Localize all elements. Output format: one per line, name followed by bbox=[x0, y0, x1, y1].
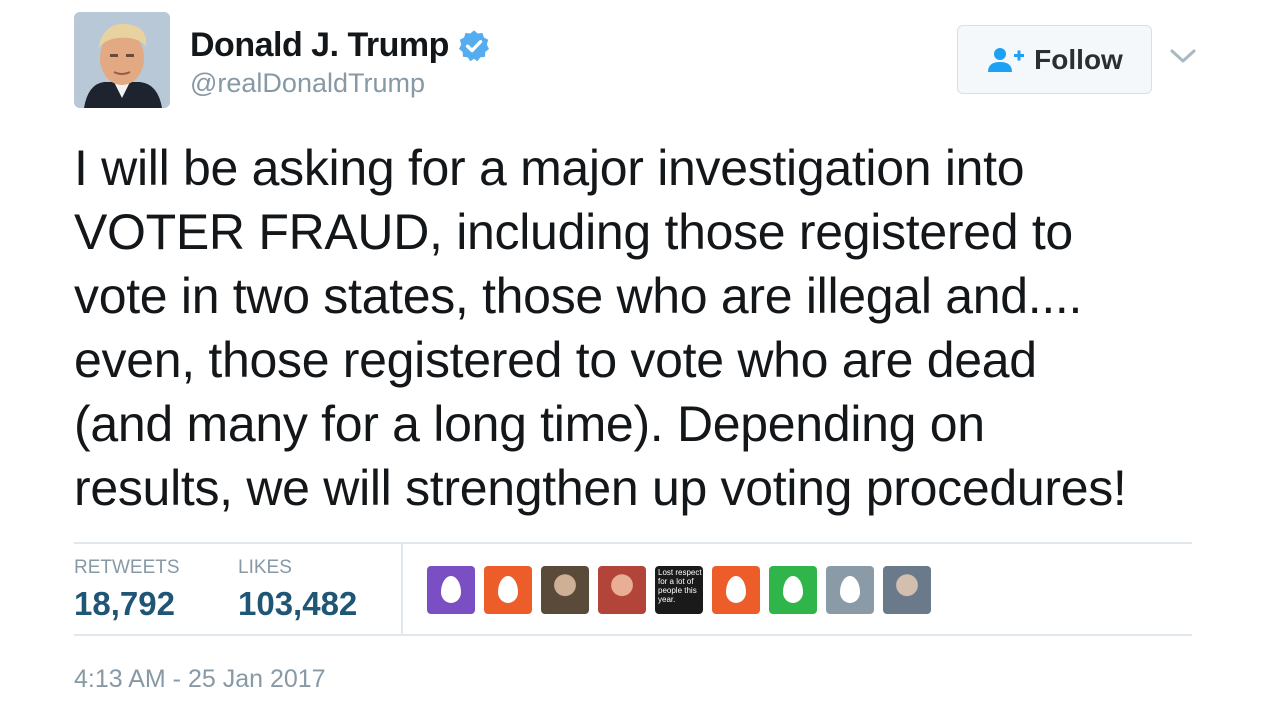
liker-avatar[interactable] bbox=[598, 566, 646, 614]
likes-label: LIKES bbox=[238, 557, 292, 578]
tweet-timestamp[interactable]: 4:13 AM - 25 Jan 2017 bbox=[74, 665, 326, 694]
liker-egg-avatar[interactable] bbox=[484, 566, 532, 614]
liker-egg-avatar[interactable] bbox=[427, 566, 475, 614]
liker-egg-avatar[interactable] bbox=[769, 566, 817, 614]
retweets-label: RETWEETS bbox=[74, 557, 180, 578]
follow-button[interactable]: Follow bbox=[957, 25, 1152, 94]
user-name-row: Donald J. Trump bbox=[190, 26, 491, 65]
liker-egg-avatar[interactable] bbox=[712, 566, 760, 614]
retweets-stat[interactable]: RETWEETS 18,792 bbox=[74, 557, 180, 623]
tweet-line: results, we will strengthen up voting pr… bbox=[74, 460, 1127, 516]
stats-top-divider bbox=[74, 542, 1192, 544]
stats-bottom-divider bbox=[74, 634, 1192, 636]
add-user-icon bbox=[988, 47, 1025, 72]
retweets-count: 18,792 bbox=[74, 585, 175, 622]
egg-icon bbox=[726, 576, 746, 603]
avatar-portrait bbox=[74, 12, 170, 108]
verified-badge-icon bbox=[458, 29, 489, 61]
tweet-text: I will be asking for a major investigati… bbox=[74, 136, 1224, 520]
tweet-line: vote in two states, those who are illega… bbox=[74, 268, 1083, 324]
liker-avatar-text: Lost respect for a lot of people this ye… bbox=[658, 568, 702, 604]
user-handle[interactable]: @realDonaldTrump bbox=[190, 68, 425, 99]
likes-stat[interactable]: LIKES 103,482 bbox=[238, 557, 357, 623]
egg-icon bbox=[498, 576, 518, 603]
follow-label: Follow bbox=[1034, 43, 1123, 75]
user-name[interactable]: Donald J. Trump bbox=[190, 26, 449, 65]
egg-icon bbox=[840, 576, 860, 603]
liker-avatar[interactable] bbox=[541, 566, 589, 614]
tweet-line: even, those registered to vote who are d… bbox=[74, 332, 1037, 388]
liker-avatar[interactable]: Lost respect for a lot of people this ye… bbox=[655, 566, 703, 614]
likes-count: 103,482 bbox=[238, 585, 358, 622]
tweet-line: VOTER FRAUD, including those registered … bbox=[74, 204, 1073, 260]
liker-avatar[interactable] bbox=[883, 566, 931, 614]
tweet-line: I will be asking for a major investigati… bbox=[74, 140, 1025, 196]
tweet-line: (and many for a long time). Depending on bbox=[74, 396, 985, 452]
egg-icon bbox=[783, 576, 803, 603]
egg-icon bbox=[441, 576, 461, 603]
stats-separator bbox=[401, 544, 403, 635]
likers-avatars: Lost respect for a lot of people this ye… bbox=[427, 566, 940, 614]
chevron-down-icon[interactable] bbox=[1168, 44, 1198, 68]
profile-avatar[interactable] bbox=[74, 12, 170, 108]
liker-egg-avatar[interactable] bbox=[826, 566, 874, 614]
